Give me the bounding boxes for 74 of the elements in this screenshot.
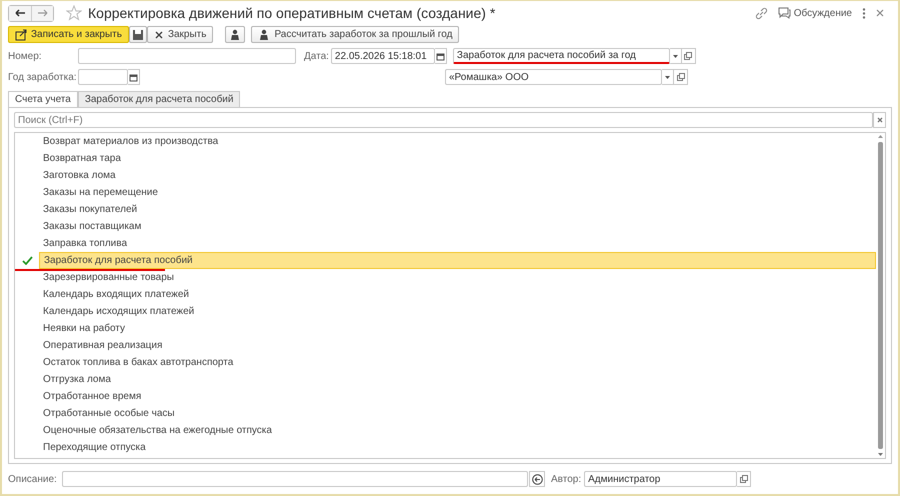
author-field[interactable]: Администратор [584,471,738,487]
calendar-button[interactable] [434,48,447,64]
caret-icon [672,54,678,58]
date-field[interactable]: 22.05.2026 15:18:01 [330,48,435,64]
list-item[interactable]: Отгрузка лома [39,371,876,388]
list-item[interactable]: Возврат материалов из производства [39,133,876,150]
calendar-button[interactable] [128,69,140,85]
scrollbar[interactable] [876,133,885,458]
more-icon[interactable] [862,8,866,18]
list-item[interactable]: Заправка топлива [39,235,876,252]
field-label: Год заработка: [8,70,78,84]
list-item[interactable]: Возвратная тара [39,150,876,167]
window-title: Корректировка движений по оперативным счетам (создание) * [88,4,496,23]
star-icon[interactable] [66,5,82,21]
person-icon [229,28,242,40]
close-icon [876,117,882,123]
list-item[interactable]: Заказы покупателей [39,201,876,218]
list-item[interactable]: Отработанные особые часы [39,405,876,422]
back-button[interactable] [9,6,31,20]
open-form-icon [684,52,692,60]
calendar-icon [129,72,138,82]
calendar-icon [436,52,445,60]
dropdown-button[interactable] [662,69,674,85]
list-item[interactable]: Заготовка лома [39,167,876,184]
list-item[interactable]: Заработок для расчета пособий [39,252,876,269]
person-icon [258,28,270,40]
close-icon [154,30,164,40]
scroll-down-icon [878,453,883,456]
list-item[interactable]: Зарезервированные товары [39,269,876,286]
discussion-link[interactable]: Обсуждение [778,6,852,20]
open-button[interactable] [674,69,688,85]
edit-text-button[interactable] [529,471,545,487]
list-item[interactable]: Заказы на перемещение [39,184,876,201]
back-circle-icon [532,474,542,484]
scroll-up-icon [878,135,883,138]
open-button[interactable] [737,471,752,487]
list-item[interactable]: Календарь исходящих платежей [39,303,876,320]
forward-arrow-icon [37,9,48,17]
open-form-icon [740,475,748,483]
link-icon[interactable] [754,6,768,20]
field-label: Дата: [304,50,329,64]
field-label: Описание: [8,472,58,486]
save-and-close-button[interactable]: Записать и закрыть [8,26,129,43]
chat-icon [778,7,791,19]
description-field[interactable] [62,471,528,487]
tab[interactable]: Счета учета [8,91,78,107]
tab[interactable]: Заработок для расчета пособий [78,91,240,107]
close-icon[interactable] [876,9,884,17]
close-button[interactable]: Закрыть [146,26,214,43]
save-close-icon [15,28,27,40]
year-field[interactable] [78,69,128,85]
organization-combobox[interactable]: «Ромашка» ООО [445,69,662,85]
list-item[interactable]: Календарь входящих платежей [39,286,876,303]
list-item[interactable]: Заказы поставщикам [39,218,876,235]
open-button[interactable] [682,48,696,64]
save-button[interactable] [128,26,147,43]
field-label: Автор: [551,472,582,486]
list-item[interactable]: Оценочные обязательства на ежегодные отпуска [39,422,876,439]
number-field[interactable] [78,48,296,64]
dropdown-button[interactable] [670,48,682,64]
list-item[interactable]: Отработанное время [39,388,876,405]
list-item[interactable]: Неявки на работу [39,320,876,337]
list-item[interactable]: Остаток топлива в баках автотранспорта [39,354,876,371]
calculate-button[interactable]: Рассчитать заработок за прошлый год [251,26,460,43]
caret-icon [665,76,670,78]
clear-search-button[interactable] [873,112,886,128]
open-form-icon [676,73,684,81]
back-arrow-icon [14,9,26,17]
person-button[interactable] [225,26,246,43]
list-item[interactable]: Оперативная реализация [39,337,876,354]
operation-combobox[interactable]: Заработок для расчета пособий за год [452,48,670,64]
list-item[interactable]: Переходящие отпуска [39,439,876,456]
field-label: Номер: [8,50,43,64]
search-field[interactable]: Поиск (Ctrl+F) [14,112,873,128]
